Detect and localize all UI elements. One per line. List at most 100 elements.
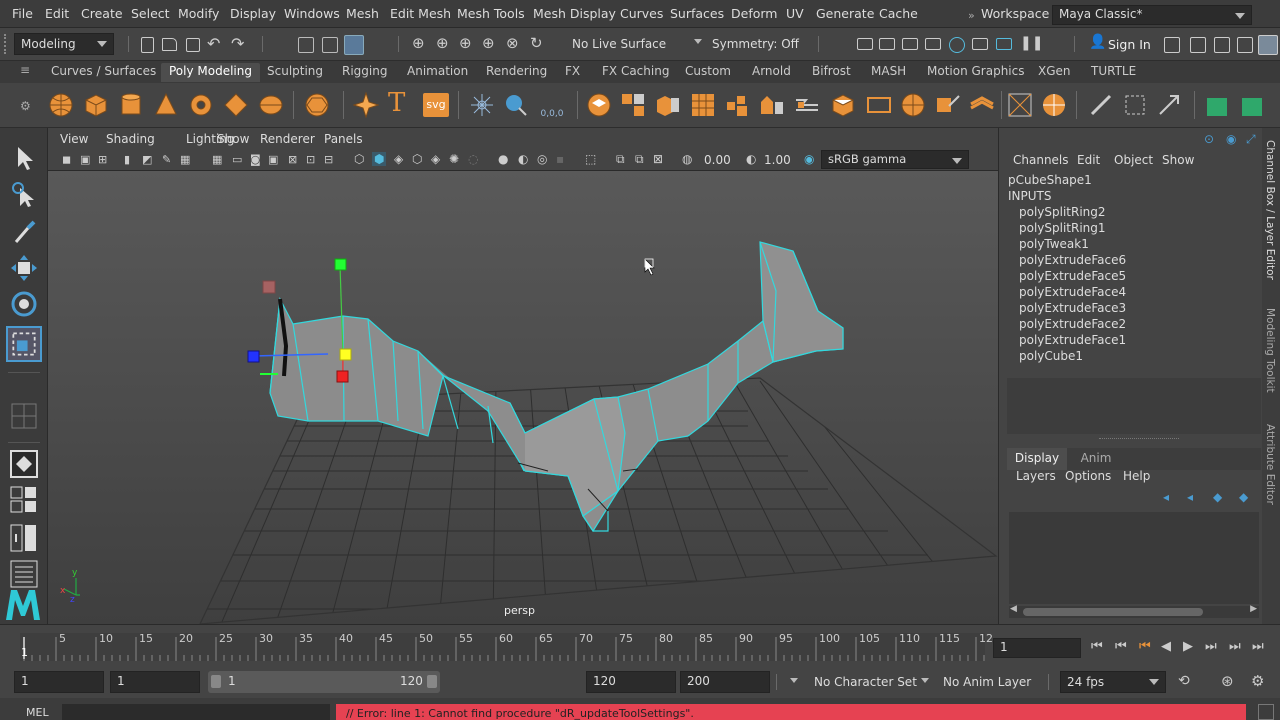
script-editor-icon[interactable] (1258, 704, 1274, 720)
play-backward-icon[interactable]: ◀ (1161, 639, 1171, 654)
poly-platonic-icon[interactable] (304, 92, 330, 118)
redo-icon[interactable]: ↷ (231, 34, 244, 53)
channels-object-menu[interactable]: Object (1114, 153, 1153, 167)
gate-mask-icon[interactable]: ◙ (250, 153, 261, 166)
poly-cylinder-icon[interactable] (118, 92, 144, 118)
snap-surface-icon[interactable]: ⊗ (506, 34, 519, 52)
menu-display[interactable]: Display (230, 6, 276, 21)
shelf-tab-fx[interactable]: FX (565, 64, 580, 78)
input-node-item[interactable]: polySplitRing2 (1019, 205, 1126, 221)
shadows-icon[interactable]: ✺ (449, 152, 459, 166)
loop-icon[interactable]: ⟲ (1178, 673, 1190, 689)
command-input[interactable] (62, 704, 330, 720)
scene-view[interactable]: y x z persp (48, 171, 998, 624)
range-end-handle[interactable] (427, 675, 437, 688)
channels-menu[interactable]: Channels (1013, 153, 1069, 167)
side-tab-attribute-editor[interactable]: Attribute Editor (1264, 424, 1276, 505)
persp-outliner-layout-icon[interactable] (10, 524, 38, 552)
backface-cull-icon[interactable]: ⊠ (653, 152, 663, 166)
move-layer-up-icon[interactable]: ◂ (1163, 490, 1169, 504)
script-language-toggle[interactable]: MEL (26, 706, 49, 719)
uv-editor-icon[interactable] (1122, 92, 1148, 118)
shelf-tab-bifrost[interactable]: Bifrost (812, 64, 851, 78)
poly-cone-icon[interactable] (153, 92, 179, 118)
smooth-shade-icon[interactable]: ⬢ (372, 152, 387, 166)
super-shape-icon[interactable] (353, 92, 379, 118)
shelf-tab-poly-modeling[interactable]: Poly Modeling (161, 63, 260, 82)
shelf-tab-curves-surfaces[interactable]: Curves / Surfaces (51, 64, 156, 78)
shelf-tab-mash[interactable]: MASH (871, 64, 906, 78)
current-frame-field[interactable]: 1 (993, 638, 1081, 658)
bridge-icon[interactable] (794, 92, 820, 118)
go-to-end-icon[interactable]: ⏭ (1252, 639, 1264, 654)
separate-icon[interactable] (620, 92, 646, 118)
step-forward-key-icon[interactable]: ⏭ (1205, 639, 1217, 654)
side-tab-modeling-toolkit[interactable]: Modeling Toolkit (1264, 308, 1276, 393)
save-scene-icon[interactable] (186, 38, 200, 52)
menu-deform[interactable]: Deform (731, 6, 777, 21)
poly-disc-icon[interactable] (258, 92, 284, 118)
paint-select-icon[interactable] (1205, 92, 1231, 118)
safe-title-icon[interactable]: ⊡ (306, 153, 315, 166)
tool-settings-icon[interactable] (1237, 37, 1253, 53)
gate-icon[interactable]: ⊟ (324, 153, 333, 166)
reduce-icon[interactable] (725, 92, 751, 118)
shelf-tab-rendering[interactable]: Rendering (486, 64, 547, 78)
animation-end-field[interactable]: 200 (680, 671, 770, 693)
image-plane-icon[interactable]: ▮ (124, 153, 130, 166)
go-to-start-icon[interactable]: ⏮ (1091, 639, 1103, 654)
wireframe-icon[interactable]: ⬡ (354, 152, 364, 166)
modeling-toolkit-icon[interactable] (1164, 37, 1180, 53)
viewport-menu-shading[interactable]: Shading (106, 132, 155, 146)
input-node-item[interactable]: polyExtrudeFace2 (1019, 317, 1126, 333)
fill-hole-icon[interactable] (935, 92, 961, 118)
snap-curve-icon[interactable]: ⊕ (436, 34, 449, 52)
input-node-item[interactable]: polyExtrudeFace4 (1019, 285, 1126, 301)
select-hierarchy-icon[interactable] (298, 37, 314, 53)
scroll-right-icon[interactable]: ▶ (1250, 604, 1257, 614)
menu-edit[interactable]: Edit (45, 6, 69, 21)
time-slider[interactable]: 5 10 15 20 25 30 35 40 45 50 55 60 65 70 75 80 85 90 95 100… (0, 624, 1280, 668)
menu-file[interactable]: File (12, 6, 33, 21)
layers-menu[interactable]: Layers (1016, 469, 1056, 483)
input-node-item[interactable]: polyExtrudeFace3 (1019, 301, 1126, 317)
options-menu[interactable]: Options (1065, 469, 1111, 483)
animation-start-field[interactable]: 1 (14, 671, 104, 693)
workspace-dropdown[interactable]: Maya Classic* (1052, 5, 1252, 25)
input-node-item[interactable]: polyCube1 (1019, 349, 1126, 365)
layer-list[interactable] (1009, 512, 1259, 604)
open-scene-icon[interactable] (162, 38, 177, 51)
safe-action-icon[interactable]: ⊠ (288, 153, 297, 166)
poly-svg-icon[interactable]: svg (423, 93, 449, 117)
combine-icon[interactable] (586, 92, 612, 118)
multisample-aa-icon[interactable]: ◐ (518, 152, 528, 166)
input-node-item[interactable]: polyExtrudeFace6 (1019, 253, 1126, 269)
menu-generate[interactable]: Generate (816, 6, 874, 21)
menu-edit-mesh[interactable]: Edit Mesh (390, 6, 451, 21)
current-frame-marker[interactable]: 1 (21, 646, 28, 659)
snap-point-icon[interactable]: ⊕ (459, 34, 472, 52)
shelf-settings-icon[interactable]: ⚙ (20, 99, 31, 113)
sign-in-button[interactable]: Sign In (1108, 37, 1151, 52)
wireframe-on-shaded-icon[interactable]: ◈ (394, 152, 403, 166)
mirror-icon[interactable] (759, 92, 785, 118)
resolution-gate-icon[interactable]: ▭ (232, 153, 242, 166)
menu-select[interactable]: Select (131, 6, 170, 21)
shelf-tab-xgen[interactable]: XGen (1038, 64, 1071, 78)
channels-edit-menu[interactable]: Edit (1077, 153, 1100, 167)
attribute-editor-icon[interactable] (1214, 37, 1230, 53)
character-set-arrow-icon[interactable] (790, 678, 798, 683)
camera-select-icon[interactable]: ◼ (62, 153, 71, 166)
poly-torus-icon[interactable] (188, 92, 214, 118)
append-polygon-icon[interactable] (900, 92, 926, 118)
shape-node-label[interactable]: pCubeShape1 (1008, 173, 1092, 187)
layer-editor-icon[interactable]: ◉ (1226, 132, 1236, 146)
range-start-handle[interactable] (211, 675, 221, 688)
viewport-menu-show[interactable]: Show (217, 132, 249, 146)
channel-box-toggle-icon[interactable] (1258, 35, 1278, 55)
drag-handle[interactable] (4, 34, 8, 54)
grid-toggle-icon[interactable]: ▦ (180, 153, 190, 166)
uv-tools-icon[interactable] (1156, 92, 1182, 118)
shelf-tab-custom[interactable]: Custom (685, 64, 731, 78)
poly-sweep-icon[interactable] (469, 92, 495, 118)
